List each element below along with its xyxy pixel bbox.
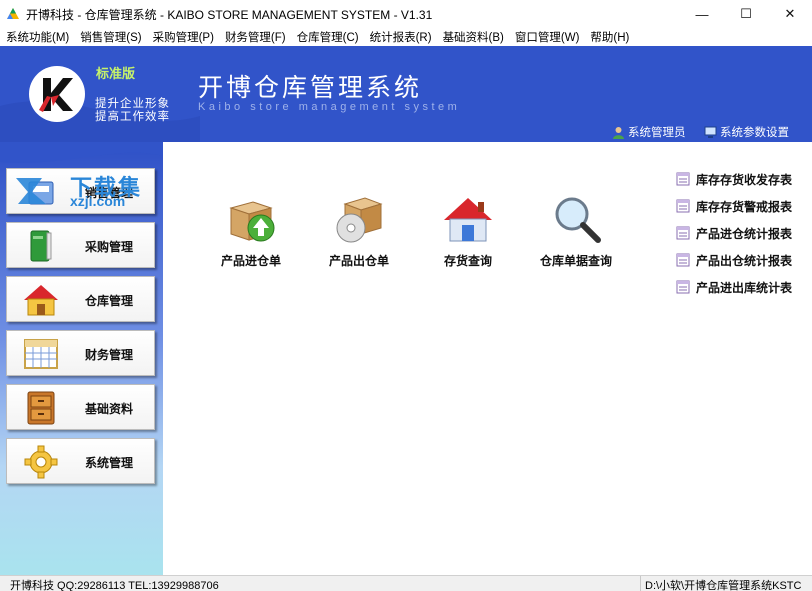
sidebar-item-label: 系统管理 (85, 456, 134, 470)
watermark-url: xzji.com (70, 193, 126, 209)
menu-reports[interactable]: 统计报表(R) (364, 29, 437, 45)
function-label: 存货查询 (443, 254, 492, 268)
report-label: 库存存货收发存表 (696, 172, 793, 187)
settings-link-label: 系统参数设置 (720, 127, 789, 139)
window-controls: — ☐ ✕ (680, 0, 812, 28)
finance-calendar-icon (24, 339, 58, 369)
report-calendar-icon (676, 226, 690, 240)
cabinet-icon (27, 391, 55, 425)
warehouse-house-icon (24, 285, 58, 316)
sidebar-item-label: 采购管理 (85, 240, 134, 254)
report-label: 产品进仓统计报表 (696, 226, 793, 241)
status-company-info: 开博科技 QQ:29286113 TEL:13929988706 (10, 580, 219, 591)
minimize-button[interactable]: — (680, 0, 724, 28)
close-button[interactable]: ✕ (768, 0, 812, 28)
window-title: 开博科技 - 仓库管理系统 - KAIBO STORE MANAGEMENT S… (26, 7, 433, 22)
main-panel: 产品进仓单 产品出仓单 存货查询 仓库单据查询 库存存货收发存表 库存存货警戒报… (163, 142, 812, 575)
menu-warehouse[interactable]: 仓库管理(C) (291, 29, 364, 45)
report-link-inout-stats[interactable]: 产品进出库统计表 (676, 279, 792, 295)
menu-system[interactable]: 系统功能(M) (0, 29, 74, 45)
admin-link-label: 系统管理员 (628, 127, 686, 139)
sidebar-item-label: 基础资料 (85, 402, 134, 416)
settings-link[interactable]: 系统参数设置 (704, 124, 789, 140)
menu-finance[interactable]: 财务管理(F) (219, 29, 291, 45)
report-label: 库存存货警戒报表 (696, 199, 793, 214)
edition-label: 标准版 (96, 66, 136, 81)
menu-help[interactable]: 帮助(H) (584, 29, 634, 45)
report-label: 产品出仓统计报表 (696, 253, 793, 268)
sidebar-item-label: 仓库管理 (85, 294, 134, 308)
user-icon (613, 126, 624, 139)
title-bar: 开博科技 - 仓库管理系统 - KAIBO STORE MANAGEMENT S… (0, 0, 812, 28)
gear-icon (24, 445, 58, 479)
function-product-outbound[interactable]: 产品出仓单 (309, 194, 409, 274)
report-calendar-icon (676, 280, 690, 294)
report-link-outbound-stats[interactable]: 产品出仓统计报表 (676, 252, 792, 268)
report-calendar-icon (676, 172, 690, 186)
function-label: 仓库单据查询 (539, 254, 612, 268)
status-path: D:\小软\开博仓库管理系统KSTC (640, 576, 812, 591)
sidebar-item-purchase[interactable]: 采购管理 (6, 222, 155, 268)
maximize-button[interactable]: ☐ (724, 0, 768, 28)
app-icon (7, 8, 19, 19)
magnifier-icon (555, 197, 601, 243)
function-product-inbound[interactable]: 产品进仓单 (201, 194, 301, 274)
sidebar-item-label: 财务管理 (85, 348, 134, 362)
purchase-book-icon (30, 230, 52, 262)
header-banner: 标准版 提升企业形象 提高工作效率 开博仓库管理系统 Kaibo store m… (0, 46, 812, 142)
function-stock-query[interactable]: 存货查询 (418, 194, 518, 274)
slogan-line2: 提高工作效率 (95, 111, 170, 123)
box-inbound-icon (229, 201, 275, 242)
company-logo (29, 66, 85, 122)
sidebar-item-warehouse[interactable]: 仓库管理 (6, 276, 155, 322)
system-subtitle: Kaibo store management system (198, 101, 461, 113)
report-label: 产品进出库统计表 (696, 280, 793, 295)
box-disc-icon (336, 197, 383, 243)
menu-bar: 系统功能(M) 销售管理(S) 采购管理(P) 财务管理(F) 仓库管理(C) … (0, 28, 812, 46)
k-logo-icon (39, 78, 73, 112)
status-bar: 开博科技 QQ:29286113 TEL:13929988706 D:\小软\开… (0, 575, 812, 591)
monitor-icon (704, 126, 717, 138)
function-label: 产品出仓单 (328, 254, 389, 268)
report-link-stock-alert[interactable]: 库存存货警戒报表 (676, 198, 792, 214)
house-icon (444, 198, 492, 242)
admin-link[interactable]: 系统管理员 (612, 124, 686, 140)
report-link-inbound-stats[interactable]: 产品进仓统计报表 (676, 225, 792, 241)
menu-purchase[interactable]: 采购管理(P) (147, 29, 219, 45)
function-label: 产品进仓单 (220, 254, 281, 268)
sidebar-item-system[interactable]: 系统管理 (6, 438, 155, 484)
report-calendar-icon (676, 253, 690, 267)
report-calendar-icon (676, 199, 690, 213)
menu-sales[interactable]: 销售管理(S) (74, 29, 146, 45)
sidebar-item-basic-data[interactable]: 基础资料 (6, 384, 155, 430)
menu-window[interactable]: 窗口管理(W) (509, 29, 585, 45)
menu-basic-data[interactable]: 基础资料(B) (437, 29, 509, 45)
sidebar-item-finance[interactable]: 财务管理 (6, 330, 155, 376)
report-link-stock-flow[interactable]: 库存存货收发存表 (676, 171, 792, 187)
function-document-query[interactable]: 仓库单据查询 (526, 194, 626, 274)
system-title: 开博仓库管理系统 (198, 73, 423, 102)
